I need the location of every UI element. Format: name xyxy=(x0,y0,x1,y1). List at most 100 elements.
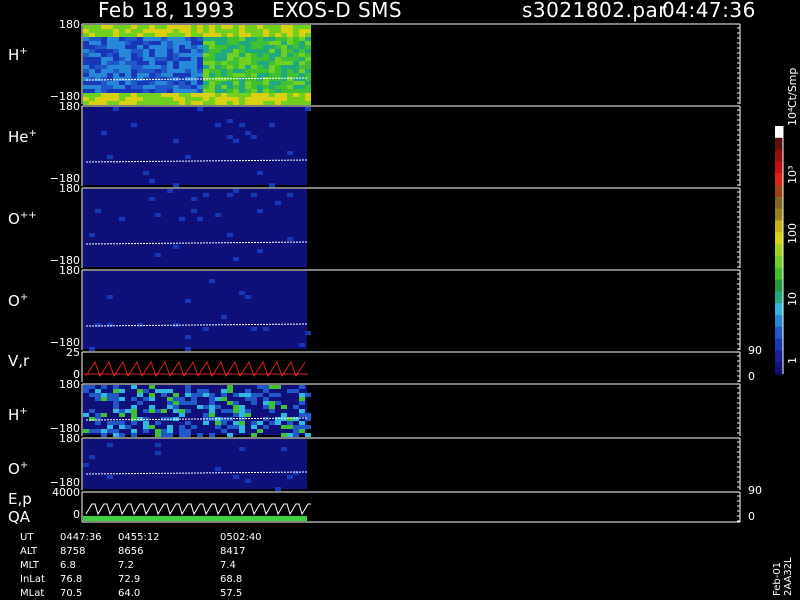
spectrogram-cell xyxy=(131,53,137,57)
spectrogram-cell xyxy=(89,33,95,37)
spectrogram-cell xyxy=(239,447,245,451)
footer-value-0-1: 0455:12 xyxy=(118,532,160,543)
spectrogram-cell xyxy=(215,29,221,33)
spectrogram-cell xyxy=(197,29,203,33)
spectrogram-cell xyxy=(125,69,131,73)
spectrogram-cell xyxy=(305,57,311,61)
spectrogram-cell xyxy=(263,45,269,49)
spectrogram-cell xyxy=(191,397,197,401)
spectrogram-cell xyxy=(131,413,137,417)
spectrogram-cell xyxy=(299,397,305,401)
spectrogram-cell xyxy=(167,69,173,73)
spectrogram-cell xyxy=(215,45,221,49)
spectrogram-cell xyxy=(203,25,209,29)
spectrogram-cell xyxy=(299,57,305,61)
spectrogram-cell xyxy=(107,393,113,397)
spectrogram-cell xyxy=(143,421,149,425)
spectrogram-cell xyxy=(209,433,215,437)
spectrogram-cell xyxy=(245,29,251,33)
spectrogram-cell xyxy=(245,57,251,61)
spectrogram-cell xyxy=(263,401,269,405)
panel-ymax-4: 25 xyxy=(66,346,80,359)
spectrogram-cell xyxy=(269,29,275,33)
spectrogram-cell xyxy=(287,37,293,41)
spectrogram-cell xyxy=(197,393,203,397)
spectrogram-cell xyxy=(221,397,227,401)
spectrogram-cell xyxy=(191,53,197,57)
spectrogram-cell xyxy=(155,93,161,97)
spectrogram-cell xyxy=(209,97,215,101)
spectrogram-cell xyxy=(293,65,299,69)
spectrogram-cell xyxy=(233,73,239,77)
footer-value-2-2: 7.4 xyxy=(220,560,236,571)
spectrogram-cell xyxy=(149,25,155,29)
spectrogram-cell xyxy=(257,77,263,81)
spectrogram-cell xyxy=(149,85,155,89)
spectrogram-cell xyxy=(299,429,305,433)
spectrogram-cell xyxy=(227,57,233,61)
spectrogram-cell xyxy=(239,69,245,73)
spectrogram-cell xyxy=(245,33,251,37)
spectrogram-cell xyxy=(239,41,245,45)
spectrogram-cell xyxy=(173,89,179,93)
spectrogram-cell xyxy=(137,81,143,85)
spectrogram-cell xyxy=(209,279,215,283)
spectrogram-cell xyxy=(233,57,239,61)
spectrogram-cell xyxy=(275,417,281,421)
colorbar-swatch xyxy=(775,338,783,351)
spectrogram-cell xyxy=(239,429,245,433)
spectrogram-cell xyxy=(227,73,233,77)
spectrogram-cell xyxy=(131,397,137,401)
spectrogram-cell xyxy=(191,101,197,105)
spectrogram-cell xyxy=(299,65,305,69)
spectrogram-cell xyxy=(191,25,197,29)
spectrogram-cell xyxy=(149,93,155,97)
spectrogram-cell xyxy=(281,101,287,105)
spectrogram-cell xyxy=(179,89,185,93)
spectrogram-cell xyxy=(293,97,299,101)
spectrogram-cell xyxy=(149,69,155,73)
spectrogram-cell xyxy=(293,389,299,393)
spectrogram-cell xyxy=(293,433,299,437)
spectrogram-cell xyxy=(239,405,245,409)
spectrogram-cell xyxy=(173,61,179,65)
spectrogram-cell xyxy=(239,93,245,97)
spectrogram-cell xyxy=(203,405,209,409)
spectrogram-cell xyxy=(275,201,281,205)
spectrogram-cell xyxy=(233,49,239,53)
spectrogram-cell xyxy=(185,81,191,85)
spectrogram-cell xyxy=(143,81,149,85)
spectrogram-cell xyxy=(197,57,203,61)
spectrogram-cell xyxy=(203,97,209,101)
spectrogram-cell xyxy=(287,81,293,85)
spectrogram-cell xyxy=(119,85,125,89)
spectrogram-cell xyxy=(95,69,101,73)
spectrogram-cell xyxy=(263,53,269,57)
spectrogram-cell xyxy=(227,69,233,73)
panel-label-2: O++ xyxy=(8,210,37,228)
spectrogram-cell xyxy=(173,183,179,187)
spectrogram-cell xyxy=(125,57,131,61)
spectrogram-cell xyxy=(227,53,233,57)
spectrogram-cell xyxy=(113,81,119,85)
spectrogram-cell xyxy=(305,73,311,77)
spectrogram-cell xyxy=(191,97,197,101)
spectrogram-cell xyxy=(287,45,293,49)
spectrogram-cell xyxy=(113,405,119,409)
spectrogram-cell xyxy=(299,385,305,389)
spectrogram-cell xyxy=(221,393,227,397)
spectrogram-cell xyxy=(155,33,161,37)
spectrogram-cell xyxy=(161,409,167,413)
spectrogram-cell xyxy=(143,73,149,77)
spectrogram-cell xyxy=(191,37,197,41)
colorbar-unit: Ct/Smp xyxy=(786,67,799,108)
spectrogram-cell xyxy=(173,397,179,401)
spectrogram-cell xyxy=(287,475,293,479)
spectrogram-cell xyxy=(305,393,311,397)
spectrogram-cell xyxy=(95,49,101,53)
spectrogram-cell xyxy=(179,53,185,57)
spectrogram-cell xyxy=(209,37,215,41)
spectrogram-cell xyxy=(257,209,263,213)
spectrogram-cell xyxy=(221,315,227,319)
spectrogram-cell xyxy=(269,85,275,89)
